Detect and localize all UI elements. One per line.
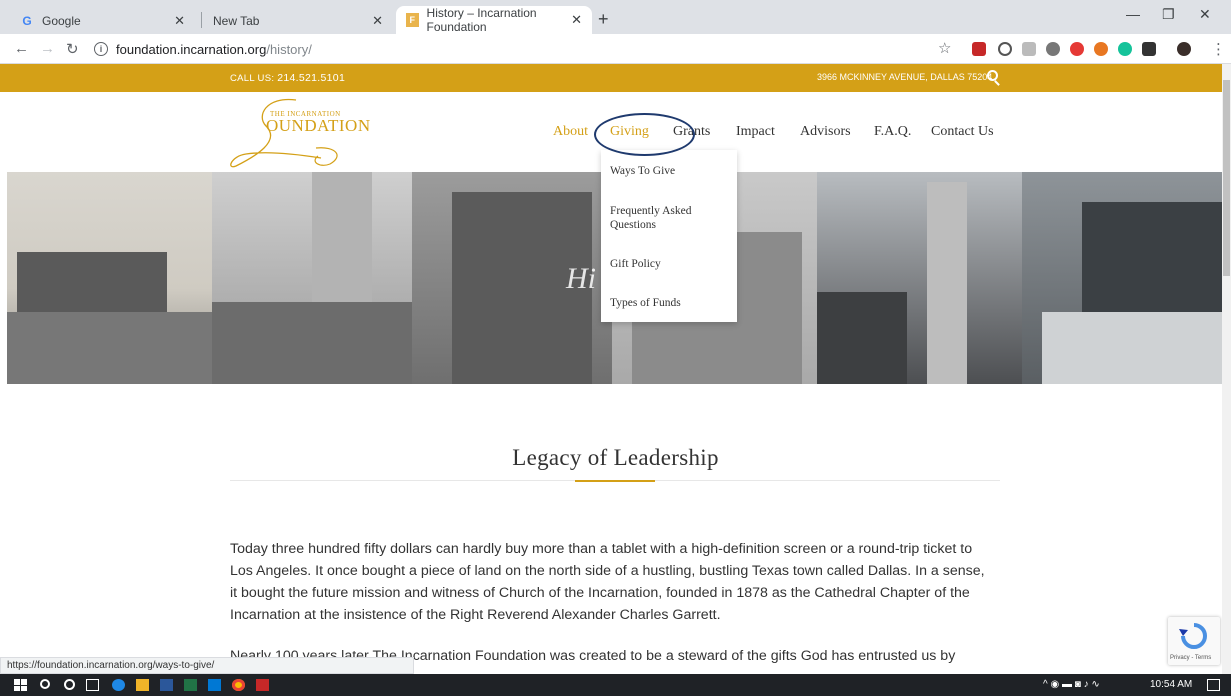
paragraph-1: Today three hundred fifty dollars can ha… (230, 538, 1000, 626)
menu-item-types-of-funds[interactable]: Types of Funds (610, 296, 681, 310)
google-g-icon: G (22, 14, 32, 28)
close-tab-icon[interactable]: ✕ (372, 13, 383, 29)
tab-label: New Tab (213, 14, 260, 28)
nav-advisors[interactable]: Advisors (800, 124, 851, 140)
restore-icon[interactable]: ❐ (1162, 6, 1175, 23)
browser-toolbar: ← → ↻ i foundation.incarnation.org/histo… (0, 34, 1231, 64)
recaptcha-terms[interactable]: Privacy - Terms (1170, 655, 1211, 661)
paragraph-line: Incarnation at the insistence of the Rig… (230, 607, 721, 623)
annotation-oval (594, 113, 695, 156)
adblock-extension-icon[interactable] (1070, 42, 1084, 56)
cortana-icon[interactable] (64, 679, 75, 690)
phone-number[interactable]: 214.521.5101 (277, 72, 345, 84)
section-title: Legacy of Leadership (512, 445, 719, 470)
windows-taskbar: ^ ◉ ▬ ◙ ♪ ∿ 10:54 AM (0, 674, 1231, 696)
search-icon[interactable] (40, 679, 50, 689)
tab-history-active[interactable]: F History – Incarnation Foundation ✕ (396, 6, 592, 34)
call-us: CALL US: 214.521.5101 (230, 72, 345, 84)
profile-avatar-icon[interactable] (1177, 42, 1191, 56)
tab-new-tab[interactable]: New Tab ✕ (203, 8, 393, 34)
hero-photo-2 (212, 172, 412, 384)
address-bar[interactable]: i foundation.incarnation.org/history/ (94, 38, 964, 60)
search-icon[interactable] (987, 70, 998, 81)
url-path: /history/ (266, 41, 312, 57)
dark-extension-icon[interactable] (1142, 42, 1156, 56)
site-top-bar: CALL US: 214.521.5101 3966 MCKINNEY AVEN… (0, 64, 1222, 92)
tab-label: Google (42, 14, 81, 28)
tab-label: History – Incarnation Foundation (426, 6, 537, 34)
back-arrow-icon[interactable]: ← (14, 40, 29, 57)
clock[interactable]: 10:54 AM (1150, 679, 1192, 690)
nav-contact-us[interactable]: Contact Us (931, 124, 994, 140)
browser-tab-bar: G Google ✕ New Tab ✕ F History – Incarna… (0, 0, 1231, 34)
notification-icon[interactable] (1207, 679, 1220, 691)
recaptcha-badge[interactable]: Privacy - Terms (1168, 617, 1220, 665)
call-label: CALL US: (230, 73, 275, 84)
task-view-icon[interactable] (86, 679, 99, 691)
menu-item-gift-policy[interactable]: Gift Policy (610, 257, 661, 271)
excel-icon[interactable] (184, 679, 197, 691)
paragraph-line: Los Angeles. It once bought a piece of l… (230, 563, 985, 579)
hero-title: Hi (566, 262, 596, 295)
grammarly-extension-icon[interactable] (1118, 42, 1132, 56)
bookmark-star-icon[interactable]: ☆ (938, 39, 951, 57)
word-icon[interactable] (160, 679, 173, 691)
minimize-icon[interactable]: — (1126, 6, 1140, 22)
edge-icon[interactable] (112, 679, 125, 691)
recaptcha-icon (1179, 623, 1207, 649)
pdf-extension-icon[interactable] (972, 42, 986, 56)
tab-google[interactable]: G Google ✕ (10, 8, 195, 34)
scrollbar-thumb[interactable] (1223, 80, 1230, 276)
menu-kebab-icon[interactable]: ⋮ (1211, 40, 1226, 58)
url-host: foundation.incarnation.org (116, 41, 267, 57)
grey-extension-icon[interactable] (1022, 42, 1036, 56)
colorful-extension-icon[interactable] (1094, 42, 1108, 56)
menu-item-ways-to-give[interactable]: Ways To Give (610, 164, 675, 178)
hero-photo-6 (1022, 172, 1222, 384)
hero-photo-1 (7, 172, 212, 384)
paragraph-line: it bought the future mission and witness… (230, 585, 970, 601)
page-scrollbar[interactable] (1222, 64, 1231, 674)
nav-faq[interactable]: F.A.Q. (874, 124, 911, 140)
foundation-favicon-icon: F (406, 13, 419, 27)
giving-dropdown-menu: Ways To Give Frequently Asked Questions … (601, 150, 737, 322)
link-status-bar: https://foundation.incarnation.org/ways-… (0, 657, 414, 674)
acrobat-icon[interactable] (256, 679, 269, 691)
tray-icons[interactable]: ^ ◉ ▬ ◙ ♪ ∿ (1043, 679, 1100, 690)
logo-big-text: OUNDATION (266, 116, 371, 135)
nav-about[interactable]: About (553, 124, 588, 140)
circle-extension-icon[interactable] (998, 42, 1012, 56)
paragraph-line: Today three hundred fifty dollars can ha… (230, 541, 973, 557)
close-window-icon[interactable]: ✕ (1199, 6, 1211, 23)
reload-icon[interactable]: ↻ (66, 40, 79, 58)
new-tab-plus-icon[interactable]: + (598, 9, 609, 30)
chrome-icon[interactable] (232, 679, 245, 691)
address: 3966 MCKINNEY AVENUE, DALLAS 75204 (817, 72, 993, 82)
site-info-icon[interactable]: i (94, 42, 108, 56)
outlook-icon[interactable] (208, 679, 221, 691)
windows-start-icon[interactable] (14, 679, 27, 691)
nav-impact[interactable]: Impact (736, 124, 775, 140)
close-tab-icon[interactable]: ✕ (174, 13, 185, 29)
s-extension-icon[interactable] (1046, 42, 1060, 56)
forward-arrow-icon[interactable]: → (40, 40, 55, 57)
menu-item-faq[interactable]: Frequently Asked Questions (610, 204, 720, 232)
section-accent-line (575, 480, 655, 482)
hero-photo-5 (817, 172, 1022, 384)
file-explorer-icon[interactable] (136, 679, 149, 691)
close-tab-icon[interactable]: ✕ (571, 12, 582, 28)
foundation-logo[interactable]: THE INCARNATION OUNDATION (226, 96, 406, 172)
